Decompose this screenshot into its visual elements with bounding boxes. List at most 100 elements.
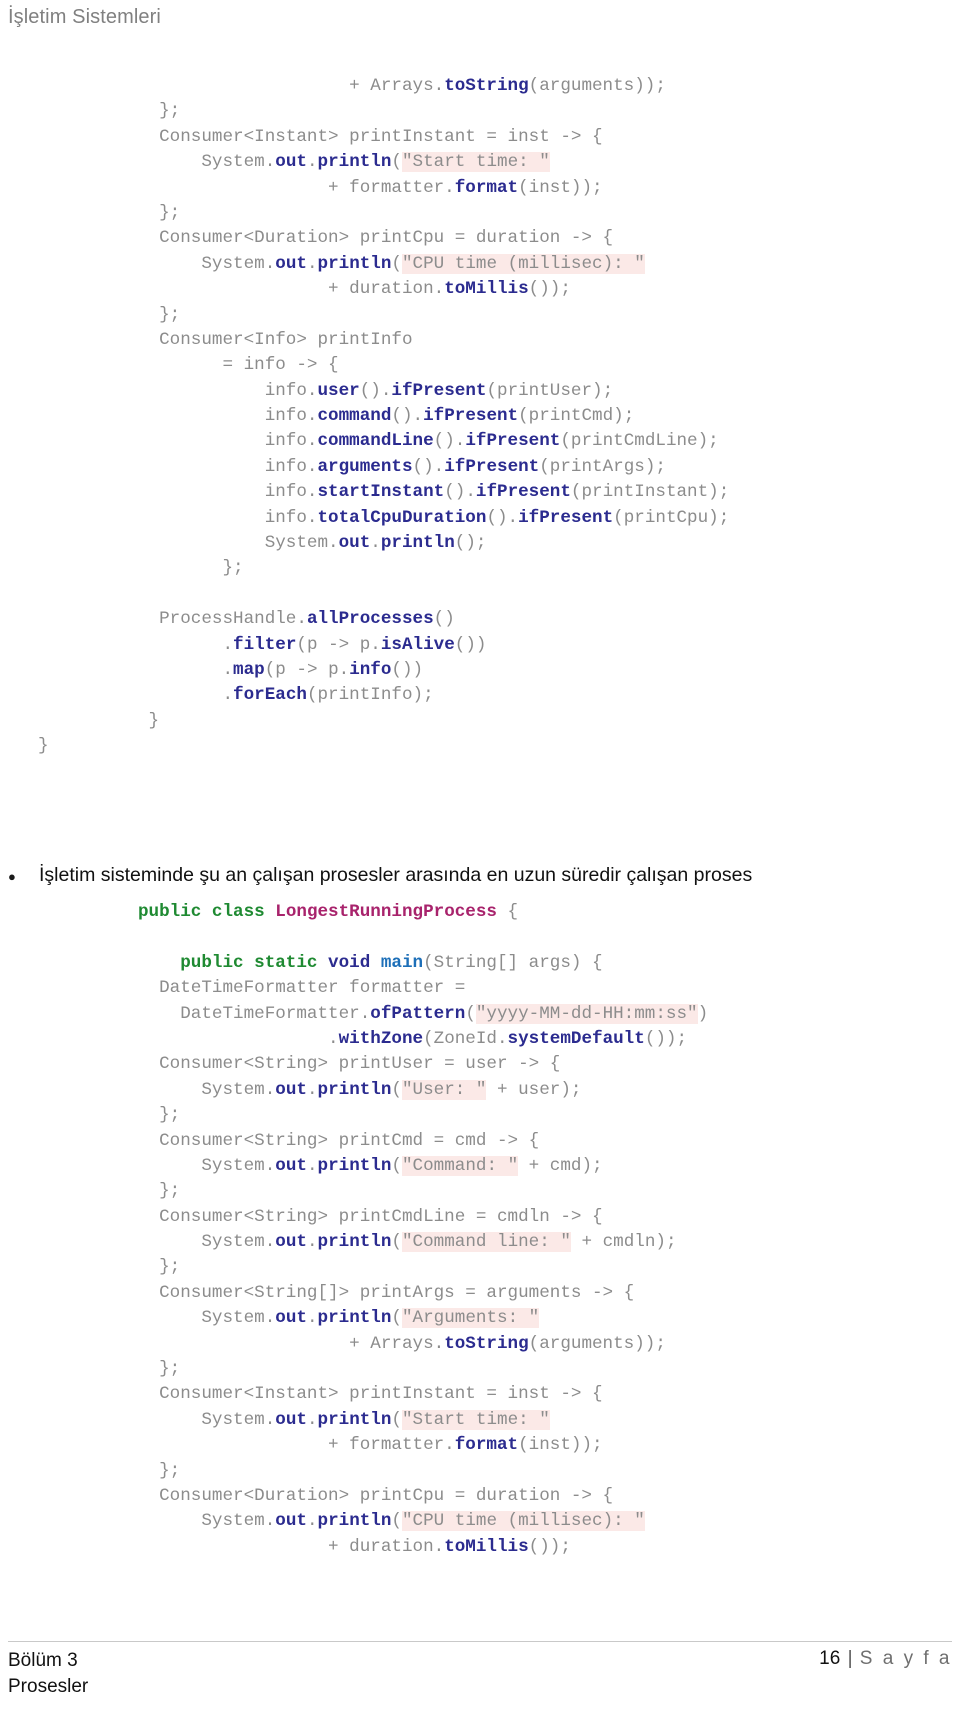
code-line: .withZone(ZoneId.systemDefault()); bbox=[138, 1027, 960, 1052]
code-token: (inst)); bbox=[518, 177, 603, 198]
code-token: (); bbox=[454, 533, 487, 554]
code-token: info. bbox=[138, 380, 318, 401]
code-line: Consumer<String> printCmd = cmd -> { bbox=[138, 1129, 960, 1154]
code-token: (printArgs); bbox=[539, 456, 666, 477]
code-line: }; bbox=[138, 1179, 960, 1204]
code-token: Consumer<Instant> printInstant = inst ->… bbox=[138, 126, 603, 147]
code-token: "CPU time (millisec): " bbox=[401, 1511, 645, 1532]
code-token: + user); bbox=[486, 1079, 582, 1100]
code-line: } bbox=[38, 734, 960, 759]
code-token: allProcesses bbox=[306, 609, 434, 630]
code-token: info. bbox=[138, 482, 318, 503]
code-token: "User: " bbox=[401, 1079, 487, 1100]
code-line: + Arrays.toString(arguments)); bbox=[138, 1332, 960, 1357]
code-token: (printCpu); bbox=[613, 507, 730, 528]
code-token: (). bbox=[444, 482, 476, 503]
footer-section: Prosesler bbox=[8, 1676, 89, 1697]
code-token: ( bbox=[391, 1232, 402, 1253]
code-token: ( bbox=[391, 1079, 402, 1100]
code-token: . bbox=[306, 1232, 318, 1253]
code-token: (printCmdLine); bbox=[560, 431, 719, 452]
code-token: (p -> p. bbox=[264, 659, 350, 680]
code-token: + formatter. bbox=[138, 1435, 455, 1456]
code-line: = info -> { bbox=[138, 353, 960, 378]
code-token: . bbox=[138, 634, 234, 655]
code-token: ( bbox=[391, 152, 402, 173]
code-token: filter bbox=[233, 634, 297, 655]
code-line: }; bbox=[138, 1255, 960, 1280]
bullet-paragraph-text: İşletim sisteminde şu an çalışan prosesl… bbox=[39, 864, 753, 886]
code-token: (). bbox=[486, 507, 519, 528]
code-token: (printInstant); bbox=[570, 482, 730, 503]
code-token: startInstant bbox=[317, 482, 445, 503]
code-line: Consumer<Duration> printCpu = duration -… bbox=[138, 1484, 960, 1509]
code-token: println bbox=[317, 1511, 392, 1532]
code-token: . bbox=[138, 1028, 339, 1049]
code-token: (arguments)); bbox=[528, 1333, 666, 1354]
code-token: Consumer<Instant> printInstant = inst ->… bbox=[138, 1384, 603, 1405]
code-line: System.out.println(); bbox=[138, 531, 960, 556]
code-line: + Arrays.toString(arguments)); bbox=[138, 74, 960, 99]
code-token: ifPresent bbox=[391, 380, 487, 401]
code-line: public class LongestRunningProcess { bbox=[138, 900, 960, 925]
code-token: . bbox=[138, 659, 234, 680]
code-token: info. bbox=[138, 406, 318, 427]
footer-chapter-block: Bölüm 3 Prosesler bbox=[8, 1648, 88, 1700]
code-token: ifPresent bbox=[518, 507, 614, 528]
code-token: out bbox=[338, 533, 371, 554]
code-line: Consumer<String> printUser = user -> { bbox=[138, 1052, 960, 1077]
code-token: (p -> p. bbox=[296, 634, 381, 655]
code-token: System. bbox=[138, 533, 339, 554]
code-token: = info -> { bbox=[138, 355, 339, 376]
code-token: Consumer<String[]> printArgs = arguments… bbox=[138, 1282, 635, 1303]
code-token: Consumer<String> printCmd = cmd -> { bbox=[138, 1130, 540, 1151]
code-token: Consumer<String> printCmdLine = cmdln ->… bbox=[138, 1206, 603, 1227]
code-line: System.out.println("Arguments: " bbox=[138, 1306, 960, 1331]
code-token: System. bbox=[138, 1155, 276, 1176]
code-token: Consumer<Info> printInfo bbox=[138, 329, 413, 350]
code-token: out bbox=[275, 1155, 307, 1176]
code-line: Consumer<String[]> printArgs = arguments… bbox=[138, 1281, 960, 1306]
code-line: + duration.toMillis()); bbox=[138, 1535, 960, 1560]
footer-page-number: 16 bbox=[819, 1648, 841, 1669]
code-token: ifPresent bbox=[475, 482, 571, 503]
java-code-listing-bottom: public class LongestRunningProcess { pub… bbox=[0, 900, 960, 1560]
code-token: Consumer<Duration> printCpu = duration -… bbox=[138, 1485, 614, 1506]
code-token: . bbox=[306, 1511, 318, 1532]
page-footer: Bölüm 3 Prosesler 16 | S a y f a bbox=[8, 1641, 952, 1700]
code-token: } bbox=[38, 736, 49, 757]
code-line: + formatter.format(inst)); bbox=[138, 176, 960, 201]
code-token: . bbox=[370, 533, 381, 554]
code-token: "Arguments: " bbox=[401, 1308, 540, 1329]
code-token: ()); bbox=[644, 1028, 688, 1049]
code-token: main bbox=[380, 952, 424, 973]
code-line: System.out.println("CPU time (millisec):… bbox=[138, 1509, 960, 1534]
code-line: info.totalCpuDuration().ifPresent(printC… bbox=[138, 506, 960, 531]
code-token: . bbox=[306, 1079, 318, 1100]
code-token: ()) bbox=[454, 634, 487, 655]
code-token: ( bbox=[391, 1155, 402, 1176]
code-token: + formatter. bbox=[138, 177, 455, 198]
code-token: info bbox=[349, 659, 392, 680]
code-token: toString bbox=[444, 76, 529, 96]
code-token: ifPresent bbox=[465, 431, 561, 452]
code-token: info. bbox=[138, 431, 318, 452]
code-line: info.commandLine().ifPresent(printCmdLin… bbox=[138, 429, 960, 454]
code-token: out bbox=[275, 1511, 307, 1532]
code-token: System. bbox=[138, 1232, 276, 1253]
code-token: + cmdln); bbox=[570, 1232, 677, 1253]
code-token: (). bbox=[433, 431, 466, 452]
code-token: + Arrays. bbox=[138, 76, 445, 96]
code-token: . bbox=[138, 685, 234, 706]
code-token: void bbox=[328, 952, 371, 973]
code-token: info. bbox=[138, 507, 318, 528]
code-line: .map(p -> p.info()) bbox=[138, 658, 960, 683]
code-token: (). bbox=[412, 456, 445, 477]
code-line: System.out.println("Command line: " + cm… bbox=[138, 1230, 960, 1255]
code-token: }; bbox=[138, 1460, 181, 1481]
code-line: } bbox=[138, 709, 960, 734]
code-line: Consumer<Duration> printCpu = duration -… bbox=[138, 226, 960, 251]
code-token: }; bbox=[138, 558, 244, 579]
code-line: }; bbox=[138, 99, 960, 124]
code-line: DateTimeFormatter.ofPattern("yyyy-MM-dd-… bbox=[138, 1002, 960, 1027]
